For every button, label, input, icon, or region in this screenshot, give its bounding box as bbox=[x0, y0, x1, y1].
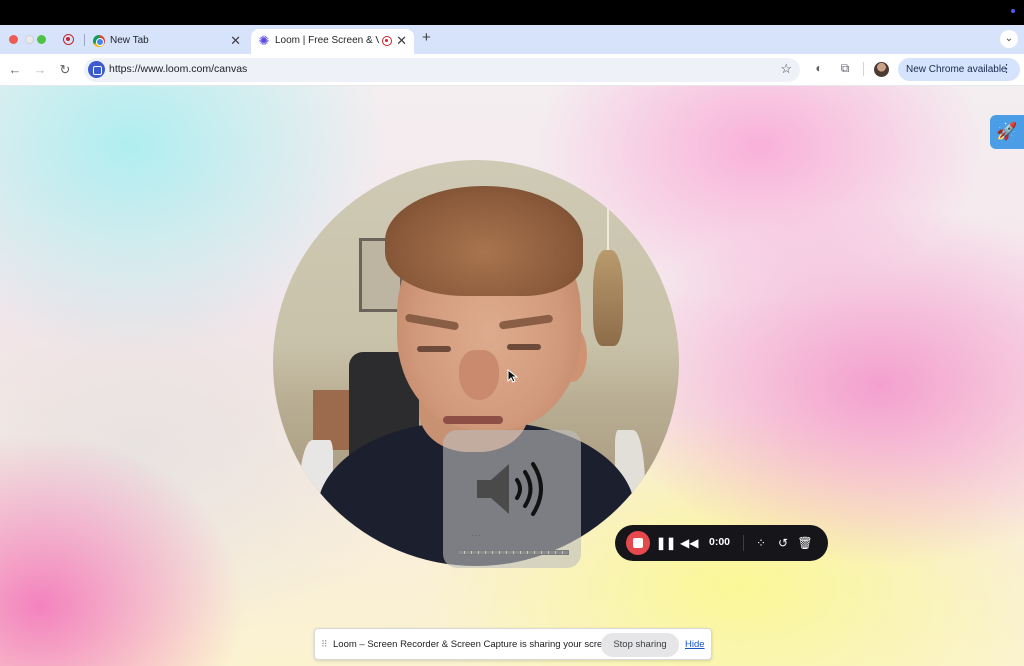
tab-title: Loom | Free Screen & Vide bbox=[275, 35, 379, 46]
controls-divider bbox=[743, 535, 744, 551]
tab-close-icon[interactable]: ✕ bbox=[230, 34, 241, 47]
trash-icon[interactable]: 🗑 bbox=[796, 534, 814, 552]
tab-search-button[interactable]: ⌄ bbox=[1000, 30, 1018, 48]
eye-right bbox=[507, 344, 541, 350]
rewind-icon[interactable]: ◀◀ bbox=[680, 534, 698, 552]
restart-icon[interactable]: ↺ bbox=[774, 534, 792, 552]
lamp-cord bbox=[607, 160, 609, 252]
loom-extension-icon[interactable]: ◐ bbox=[811, 60, 827, 76]
update-label: New Chrome available bbox=[906, 64, 1007, 75]
window-zoom-button[interactable] bbox=[37, 35, 46, 44]
extensions-puzzle-icon[interactable]: ⧉ bbox=[837, 60, 853, 76]
new-chrome-available-button[interactable]: New Chrome available ⋮ bbox=[898, 58, 1020, 81]
eye-left bbox=[417, 346, 451, 352]
window-minimize-button[interactable] bbox=[25, 35, 34, 44]
kebab-menu-icon[interactable]: ⋮ bbox=[1001, 58, 1012, 81]
stop-recording-button[interactable] bbox=[626, 531, 650, 555]
toolbar-divider bbox=[863, 62, 864, 76]
sharing-message: Loom – Screen Recorder & Screen Capture … bbox=[333, 639, 616, 650]
pendant-lamp bbox=[593, 250, 623, 346]
recording-timer: 0:00 bbox=[709, 536, 731, 548]
screen-sharing-notification: ⠿ Loom – Screen Recorder & Screen Captur… bbox=[314, 628, 712, 660]
os-menu-bar bbox=[0, 0, 1024, 25]
drawing-grid-icon[interactable]: ⁘ bbox=[752, 534, 770, 552]
person-hair bbox=[385, 186, 583, 296]
bookmark-star-icon[interactable]: ☆ bbox=[780, 61, 792, 77]
recording-indicator-icon bbox=[63, 34, 74, 45]
tab-close-icon[interactable]: ✕ bbox=[396, 34, 407, 47]
window-close-button[interactable] bbox=[9, 35, 18, 44]
recording-icon bbox=[382, 36, 392, 46]
volume-level-bar bbox=[457, 550, 569, 555]
profile-avatar[interactable] bbox=[874, 62, 889, 77]
stop-sharing-button[interactable]: Stop sharing bbox=[601, 633, 679, 657]
tab-divider bbox=[84, 34, 85, 46]
person-mouth bbox=[443, 416, 503, 424]
pause-icon[interactable]: ❚❚ bbox=[656, 534, 676, 552]
more-options-icon: ··· bbox=[471, 530, 481, 541]
new-tab-button[interactable]: + bbox=[422, 30, 431, 46]
loom-icon: ✺ bbox=[258, 33, 270, 48]
address-bar[interactable]: https://www.loom.com/canvas ☆ bbox=[84, 58, 800, 82]
speaker-volume-icon bbox=[477, 462, 543, 516]
toolbar: ← → ↻ https://www.loom.com/canvas ☆ bbox=[0, 54, 1024, 86]
tab-new-tab[interactable]: New Tab ✕ bbox=[86, 29, 248, 54]
url-text[interactable]: https://www.loom.com/canvas bbox=[109, 63, 247, 75]
rocket-icon[interactable]: 🚀 bbox=[990, 115, 1024, 149]
chrome-icon bbox=[93, 35, 105, 47]
tab-strip: New Tab ✕ ✺ Loom | Free Screen & Vide ✕ bbox=[0, 25, 1024, 54]
hide-link[interactable]: Hide bbox=[685, 639, 705, 650]
volume-hud: ··· bbox=[443, 430, 581, 568]
reload-icon[interactable]: ↻ bbox=[56, 61, 74, 79]
person-nose bbox=[459, 350, 499, 400]
tab-loom[interactable]: ✺ Loom | Free Screen & Vide ✕ bbox=[251, 29, 414, 54]
drag-handle-icon[interactable]: ⠿ bbox=[321, 639, 328, 650]
back-icon[interactable]: ← bbox=[6, 61, 24, 79]
status-indicator bbox=[1011, 9, 1015, 13]
tab-title: New Tab bbox=[110, 35, 149, 46]
forward-icon[interactable]: → bbox=[31, 61, 49, 79]
mouse-cursor-icon bbox=[507, 369, 519, 383]
recording-controls: ❚❚ ◀◀ 0:00 ⁘ ↺ 🗑 bbox=[615, 525, 828, 561]
site-info-icon[interactable] bbox=[88, 61, 105, 78]
